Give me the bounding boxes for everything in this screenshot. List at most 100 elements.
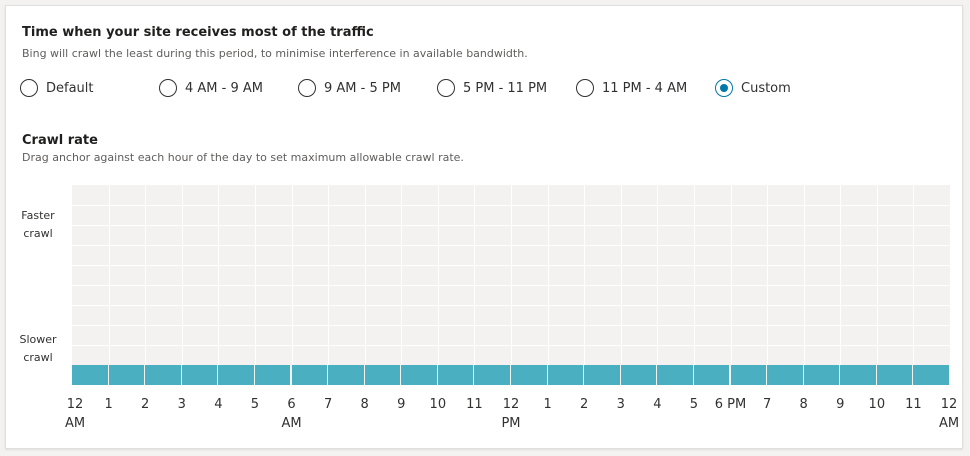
crawl-rate-bar-12[interactable]	[511, 365, 547, 385]
hour-tick-label: 10	[868, 397, 886, 412]
faster-crawl-line2: crawl	[23, 227, 53, 240]
hour-tick-label: 5	[689, 397, 699, 412]
grid-column-line	[181, 185, 183, 385]
hour-tick-label: 3	[616, 397, 625, 412]
crawl-rate-chart[interactable]	[72, 185, 950, 385]
grid-column-line	[218, 185, 220, 385]
faster-crawl-line1: Faster	[21, 209, 55, 222]
hour-tick-label: 10	[429, 397, 447, 412]
crawl-rate-bar-17[interactable]	[693, 365, 730, 385]
faster-crawl-label: Faster crawl	[14, 207, 62, 243]
radio-label: 9 AM - 5 PM	[324, 80, 401, 96]
grid-column-line	[145, 185, 147, 385]
hour-tick-label: 8	[360, 397, 369, 412]
hour-tick-label: 6 AM	[281, 397, 302, 431]
grid-column-line	[254, 185, 256, 385]
radio-circle-icon	[20, 79, 38, 97]
radio-circle-icon	[437, 79, 455, 97]
slower-crawl-label: Slower crawl	[14, 331, 62, 367]
crawl-rate-bar-4[interactable]	[218, 365, 254, 385]
hour-tick-label: 2	[580, 397, 589, 412]
hour-tick-label: 7	[762, 397, 772, 412]
crawl-rate-bar-23[interactable]	[913, 365, 949, 385]
hour-tick-label: 12 PM	[501, 397, 521, 431]
crawl-settings-card: Time when your site receives most of the…	[5, 5, 963, 449]
grid-column-line	[474, 185, 476, 385]
grid-column-line	[328, 185, 330, 385]
hour-tick-label: 1	[543, 397, 552, 412]
radio-4am-9am[interactable]: 4 AM - 9 AM	[159, 78, 263, 98]
radio-5pm-11pm[interactable]: 5 PM - 11 PM	[437, 78, 547, 98]
hour-tick-label: 2	[141, 397, 150, 412]
crawl-rate-bar-1[interactable]	[108, 365, 145, 385]
radio-custom[interactable]: Custom	[715, 78, 791, 98]
crawl-rate-bar-2[interactable]	[145, 365, 181, 385]
radio-label: Default	[46, 80, 94, 96]
grid-column-line	[620, 185, 622, 385]
crawl-rate-bar-20[interactable]	[803, 365, 840, 385]
radio-11pm-4am[interactable]: 11 PM - 4 AM	[576, 78, 687, 98]
hour-tick-label: 11	[466, 397, 483, 412]
crawl-rate-bar-19[interactable]	[767, 365, 803, 385]
radio-circle-icon	[159, 79, 177, 97]
hour-tick-label: 12 AM	[938, 397, 960, 431]
grid-column-line	[437, 185, 439, 385]
radio-circle-icon	[576, 79, 594, 97]
grid-column-line	[401, 185, 403, 385]
grid-column-line	[693, 185, 695, 385]
crawl-rate-bar-0[interactable]	[72, 365, 108, 385]
crawl-rate-bar-8[interactable]	[364, 365, 401, 385]
hour-tick-label: 1	[104, 397, 113, 412]
grid-column-line	[547, 185, 549, 385]
slower-crawl-line1: Slower	[19, 333, 57, 346]
grid-column-line	[913, 185, 915, 385]
radio-circle-icon	[298, 79, 316, 97]
hour-tick-label: 4	[653, 397, 662, 412]
radio-label: Custom	[741, 80, 791, 96]
hour-tick-label: 4	[214, 397, 223, 412]
crawl-rate-bar-18[interactable]	[730, 365, 767, 385]
hour-tick-label: 5	[250, 397, 260, 412]
hour-tick-label: 6 PM	[714, 397, 747, 412]
crawl-rate-bar-9[interactable]	[401, 365, 437, 385]
crawl-rate-bar-15[interactable]	[620, 365, 657, 385]
crawl-rate-bar-22[interactable]	[876, 365, 913, 385]
grid-column-line	[876, 185, 878, 385]
crawl-rate-bar-21[interactable]	[840, 365, 876, 385]
hour-tick-label: 3	[177, 397, 186, 412]
hour-tick-label: 8	[799, 397, 808, 412]
crawl-rate-bar-6[interactable]	[291, 365, 328, 385]
crawl-rate-bar-13[interactable]	[547, 365, 584, 385]
radio-checked-icon	[715, 79, 733, 97]
crawl-rate-bar-11[interactable]	[474, 365, 510, 385]
grid-column-line	[364, 185, 366, 385]
radio-label: 5 PM - 11 PM	[463, 80, 548, 96]
grid-column-line	[730, 185, 732, 385]
hour-tick-label: 7	[323, 397, 333, 412]
grid-column-line	[584, 185, 586, 385]
crawl-rate-bar-14[interactable]	[584, 365, 620, 385]
radio-label: 11 PM - 4 AM	[602, 80, 688, 96]
crawl-rate-bar-3[interactable]	[181, 365, 218, 385]
radio-9am-5pm[interactable]: 9 AM - 5 PM	[298, 78, 401, 98]
hour-tick-label: 9	[397, 397, 406, 412]
traffic-section-title: Time when your site receives most of the…	[22, 25, 374, 40]
hour-tick-label: 9	[836, 397, 845, 412]
crawl-rate-bar-16[interactable]	[657, 365, 693, 385]
crawl-rate-bar-10[interactable]	[437, 365, 474, 385]
crawl-rate-subtitle: Drag anchor against each hour of the day…	[22, 151, 464, 164]
crawl-rate-bar-7[interactable]	[328, 365, 364, 385]
grid-column-line	[803, 185, 805, 385]
traffic-section-subtitle: Bing will crawl the least during this pe…	[22, 47, 528, 60]
grid-column-line	[657, 185, 659, 385]
slower-crawl-line2: crawl	[23, 351, 53, 364]
grid-column-line	[767, 185, 769, 385]
crawl-rate-bar-5[interactable]	[254, 365, 291, 385]
hour-tick-label: 11	[905, 397, 922, 412]
radio-label: 4 AM - 9 AM	[185, 80, 263, 96]
radio-default[interactable]: Default	[20, 78, 94, 98]
grid-column-line	[511, 185, 512, 385]
grid-column-line	[108, 185, 110, 385]
crawl-rate-title: Crawl rate	[22, 133, 98, 148]
grid-column-line	[840, 185, 842, 385]
